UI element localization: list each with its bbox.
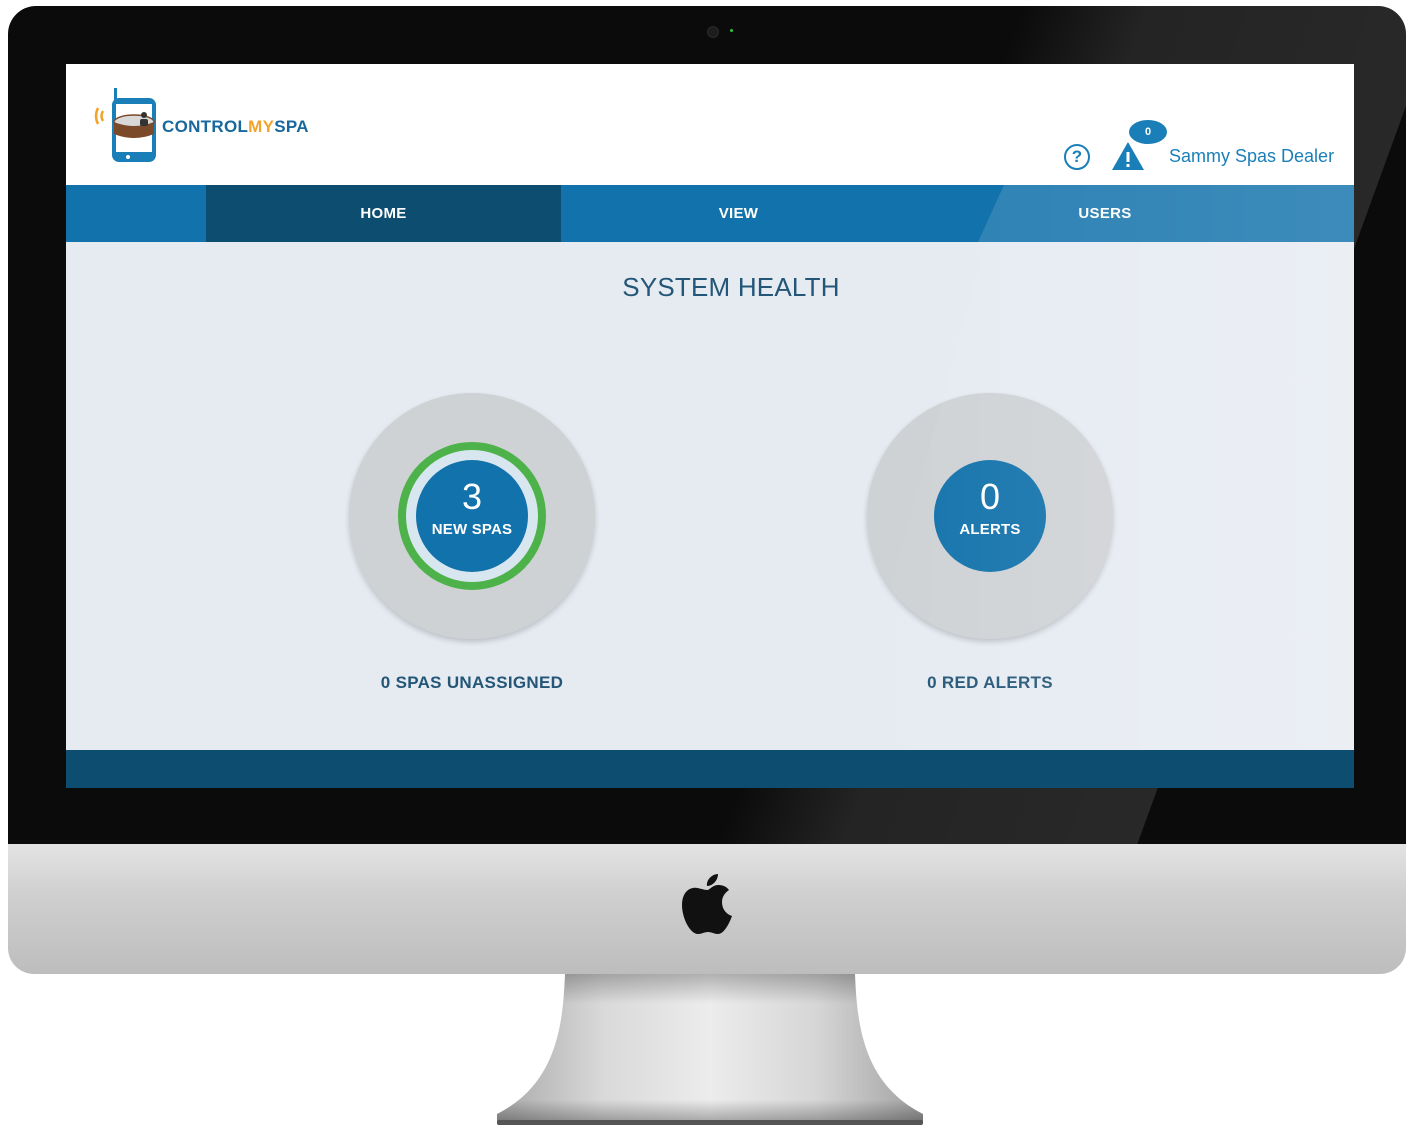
new-spas-value: 3 <box>461 476 483 517</box>
alerts-label: ALERTS <box>959 521 1021 538</box>
new-spas-gauge[interactable]: 3 NEW SPAS <box>349 393 595 639</box>
alerts-value: 0 <box>979 476 1001 517</box>
spas-unassigned-caption: 0 SPAS UNASSIGNED <box>380 673 564 692</box>
alerts-counter: 0 ALERTS <box>934 460 1046 572</box>
brand-name: CONTROLMYSPA <box>162 117 309 136</box>
page-title: SYSTEM HEALTH <box>622 272 840 302</box>
controlmyspa-logo[interactable]: CONTROLMYSPA <box>92 88 332 164</box>
main-nav: HOME VIEW USERS <box>66 185 1354 242</box>
user-menu[interactable]: Sammy Spas Dealer <box>1169 146 1334 167</box>
help-icon[interactable]: ? <box>1064 144 1090 170</box>
red-alerts-caption: 0 RED ALERTS <box>927 673 1053 692</box>
new-spas-counter: 3 NEW SPAS <box>416 460 528 572</box>
webcam-indicator-light <box>730 29 733 32</box>
app-header: CONTROLMYSPA ? 0 Sammy Spas Dealer <box>66 64 1354 185</box>
apple-logo <box>682 874 732 934</box>
alert-count-badge: 0 <box>1129 120 1167 144</box>
alert-warning-icon[interactable] <box>1111 140 1145 172</box>
tab-home[interactable]: HOME <box>206 185 561 242</box>
tab-view[interactable]: VIEW <box>561 185 916 242</box>
monitor-stand <box>497 974 923 1125</box>
phone-hot-tub-icon <box>94 88 156 162</box>
new-spas-label: NEW SPAS <box>431 521 513 538</box>
alerts-gauge[interactable]: 0 ALERTS <box>867 393 1113 639</box>
app-footer <box>66 750 1354 788</box>
app-screen: CONTROLMYSPA ? 0 Sammy Spas Dealer HOME … <box>66 64 1354 788</box>
webcam <box>707 26 719 38</box>
tab-users[interactable]: USERS <box>926 185 1284 242</box>
